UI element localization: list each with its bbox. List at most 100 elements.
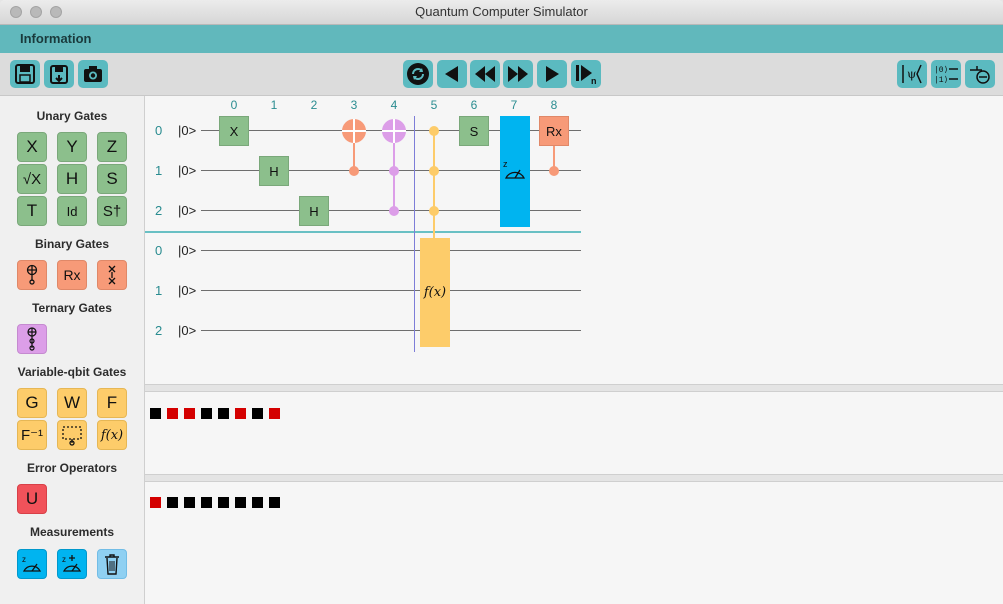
svg-text:z: z bbox=[62, 555, 66, 564]
qubit-state-square bbox=[167, 497, 178, 508]
circuit-gate-rx[interactable]: Rx bbox=[539, 116, 569, 146]
qubit-state-square bbox=[150, 497, 161, 508]
gate-h[interactable]: H bbox=[57, 164, 87, 194]
qubit-state-square bbox=[269, 408, 280, 419]
control-target-icon bbox=[26, 264, 38, 285]
window-title: Quantum Computer Simulator bbox=[415, 4, 588, 19]
qubit-state-square bbox=[167, 408, 178, 419]
gate-w[interactable]: W bbox=[57, 388, 87, 418]
qubit-state-square bbox=[201, 408, 212, 419]
gate-sqrt-x[interactable]: √X bbox=[17, 164, 47, 194]
gate-palette: Unary Gates X Y Z √X H S T Id S† Binary … bbox=[0, 96, 145, 604]
svg-text:z: z bbox=[503, 159, 508, 169]
menu-bar: Information bbox=[0, 25, 1003, 53]
app-window: Quantum Computer Simulator Information n… bbox=[0, 0, 1003, 604]
screenshot-button[interactable] bbox=[78, 60, 108, 88]
step-n-button[interactable]: n bbox=[571, 60, 601, 88]
variable-qbit-gates-title: Variable-qbit Gates bbox=[17, 365, 127, 379]
circuit-function-gate[interactable]: f(x) bbox=[420, 238, 450, 347]
qubit-state-square bbox=[184, 408, 195, 419]
gate-swap[interactable] bbox=[97, 260, 127, 290]
step-back-button[interactable] bbox=[437, 60, 467, 88]
qubit-state-square bbox=[150, 408, 161, 419]
circuit-canvas[interactable]: 0 1 2 3 4 5 6 7 8 0 1 2 0 1 2 |0> |0> |0… bbox=[145, 96, 1003, 604]
gate-toffoli[interactable] bbox=[17, 324, 47, 354]
swap-icon bbox=[108, 265, 116, 285]
gate-s-dagger[interactable]: S† bbox=[97, 196, 127, 226]
measure-reset-icon bbox=[970, 66, 990, 84]
qubit-state-square bbox=[269, 497, 280, 508]
fast-forward-button[interactable] bbox=[503, 60, 533, 88]
gate-x[interactable]: X bbox=[17, 132, 47, 162]
gate-t[interactable]: T bbox=[17, 196, 47, 226]
rewind-button[interactable] bbox=[470, 60, 500, 88]
svg-text:n: n bbox=[591, 76, 597, 85]
circuit-gate-x[interactable]: X bbox=[219, 116, 249, 146]
circuit-gate-s[interactable]: S bbox=[459, 116, 489, 146]
circuit-gate-h[interactable]: H bbox=[299, 196, 329, 226]
binary-gates-title: Binary Gates bbox=[34, 237, 110, 251]
title-bar: Quantum Computer Simulator bbox=[0, 0, 1003, 25]
qubit-state-square bbox=[184, 497, 195, 508]
svg-text:z: z bbox=[22, 555, 26, 564]
circuit-gate-h[interactable]: H bbox=[259, 156, 289, 186]
gate-controlled-rx[interactable]: Rx bbox=[57, 260, 87, 290]
measure-icon: z bbox=[503, 159, 526, 179]
save-icon bbox=[15, 64, 35, 84]
toolbar: n ψ |0⟩ |1⟩ bbox=[0, 53, 1003, 96]
state-vector-button[interactable]: ψ bbox=[897, 60, 927, 88]
gate-s[interactable]: S bbox=[97, 164, 127, 194]
qubit-state-square bbox=[252, 408, 263, 419]
refresh-icon bbox=[407, 63, 429, 85]
gate-fourier[interactable]: F bbox=[97, 388, 127, 418]
ket-registers-button[interactable]: |0⟩ |1⟩ bbox=[931, 60, 961, 88]
circuit-measurement[interactable]: z bbox=[500, 116, 530, 227]
delete-button[interactable] bbox=[97, 549, 127, 579]
step-n-icon: n bbox=[576, 65, 597, 85]
gate-identity[interactable]: Id bbox=[57, 196, 87, 226]
panel-divider[interactable] bbox=[145, 474, 1003, 482]
unary-gates-title: Unary Gates bbox=[36, 109, 108, 123]
dotted-box-icon bbox=[62, 426, 82, 446]
step-back-icon bbox=[445, 66, 458, 82]
measure-icon: z bbox=[22, 555, 42, 572]
gate-z[interactable]: Z bbox=[97, 132, 127, 162]
ket-registers-icon: |0⟩ |1⟩ bbox=[934, 65, 958, 85]
camera-icon bbox=[84, 66, 102, 82]
gate-error-u[interactable]: U bbox=[17, 484, 47, 514]
gate-grover[interactable]: G bbox=[17, 388, 47, 418]
measure-all-button[interactable]: z bbox=[57, 549, 87, 579]
measure-button[interactable]: z bbox=[17, 549, 47, 579]
play-button[interactable] bbox=[537, 60, 567, 88]
gate-inverse-fourier[interactable]: F⁻¹ bbox=[17, 420, 47, 450]
gate-function[interactable]: f(x) bbox=[97, 420, 127, 450]
information-menu[interactable]: Information bbox=[20, 31, 92, 46]
svg-text:|1⟩: |1⟩ bbox=[934, 75, 948, 85]
qubit-state-square bbox=[252, 497, 263, 508]
trash-icon bbox=[105, 554, 119, 575]
error-operators-title: Error Operators bbox=[26, 461, 118, 475]
measure-reset-button[interactable] bbox=[965, 60, 995, 88]
svg-text:|0⟩: |0⟩ bbox=[934, 65, 948, 75]
qubit-state-square bbox=[201, 497, 212, 508]
ternary-gates-title: Ternary Gates bbox=[32, 301, 112, 315]
measure-plus-icon: z bbox=[62, 555, 82, 572]
fast-forward-icon bbox=[508, 66, 528, 82]
qubit-state-square bbox=[218, 408, 229, 419]
panel-divider[interactable] bbox=[145, 384, 1003, 392]
qubit-state-square bbox=[235, 497, 246, 508]
qubit-state-square bbox=[235, 408, 246, 419]
save-button[interactable] bbox=[10, 60, 40, 88]
rewind-icon bbox=[475, 66, 495, 82]
state-vector-icon: ψ bbox=[902, 64, 922, 84]
save-as-button[interactable] bbox=[44, 60, 74, 88]
toffoli-icon bbox=[27, 327, 37, 351]
refresh-button[interactable] bbox=[403, 60, 433, 88]
gate-controlled-not[interactable] bbox=[17, 260, 47, 290]
gate-custom-select[interactable] bbox=[57, 420, 87, 450]
svg-text:ψ: ψ bbox=[907, 67, 916, 81]
gate-y[interactable]: Y bbox=[57, 132, 87, 162]
play-icon bbox=[546, 66, 559, 82]
qubit-state-square bbox=[218, 497, 229, 508]
save-as-icon bbox=[50, 65, 68, 84]
